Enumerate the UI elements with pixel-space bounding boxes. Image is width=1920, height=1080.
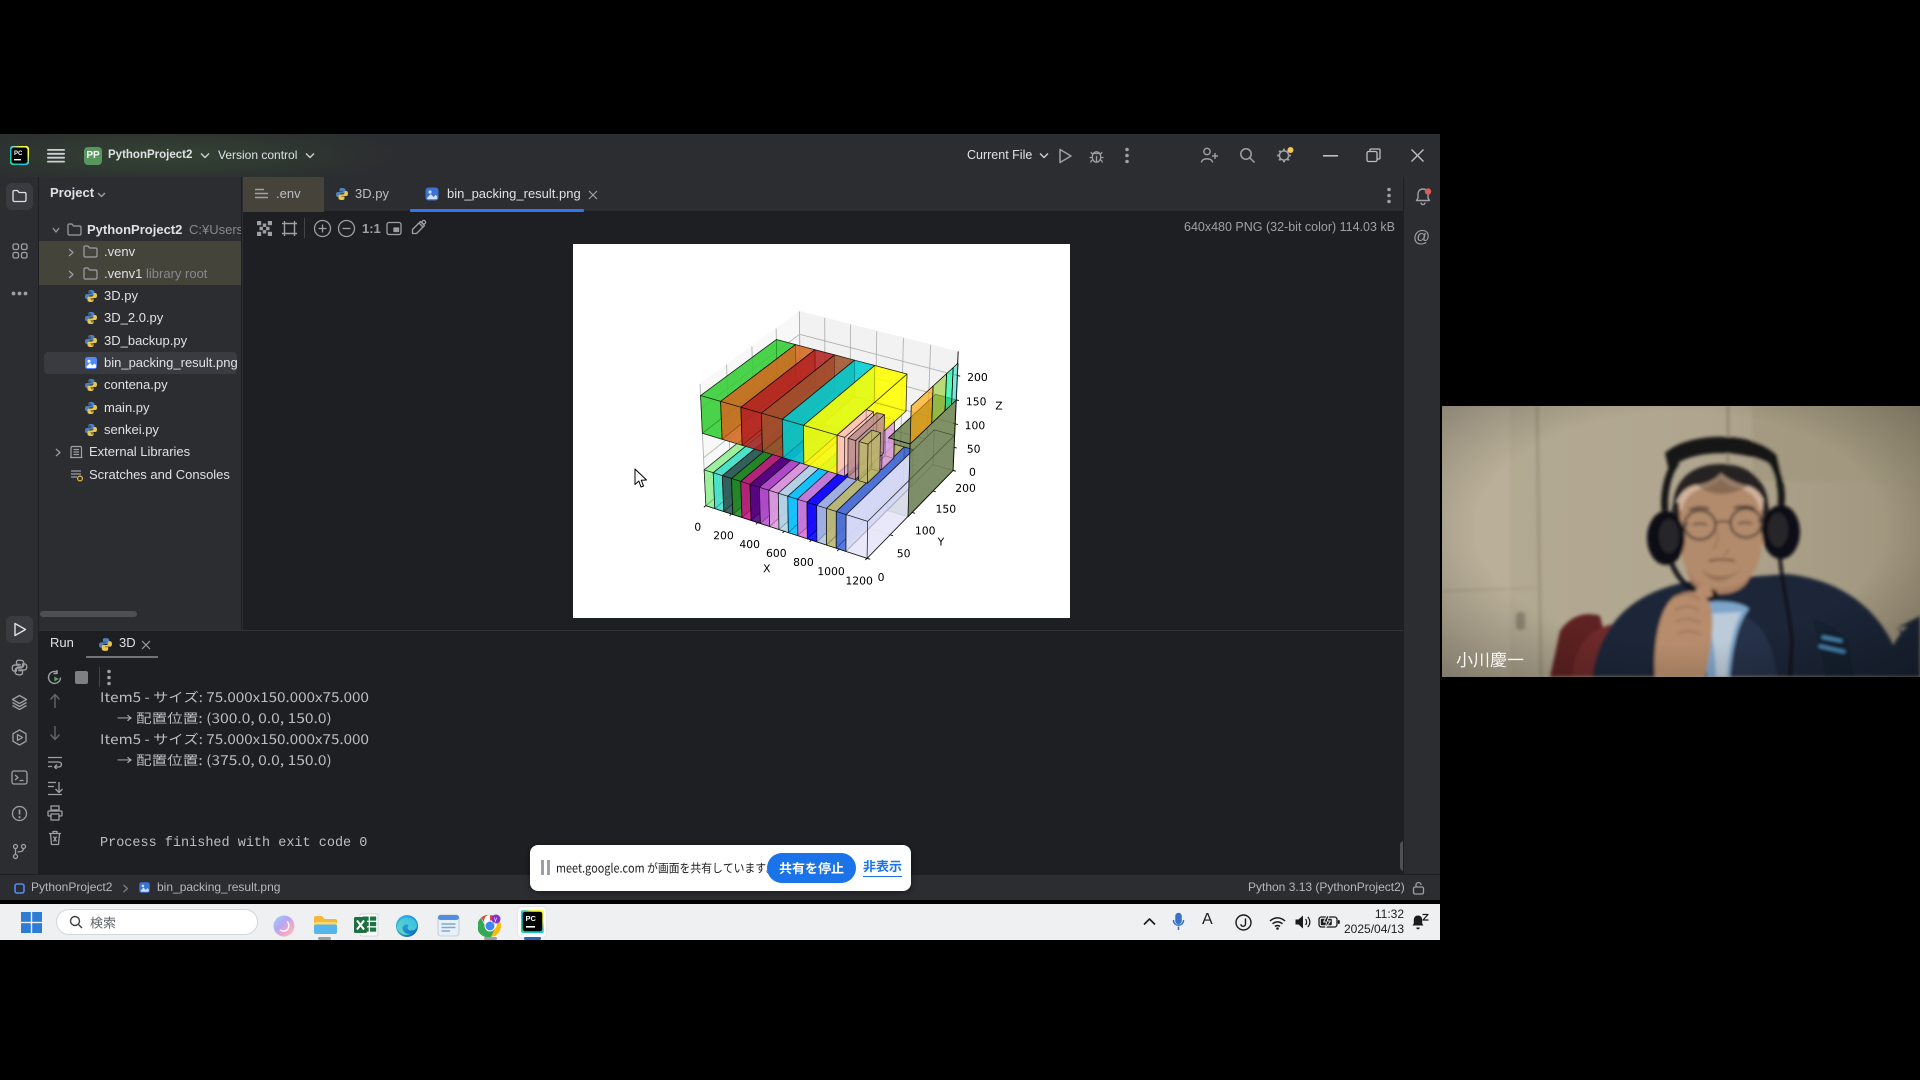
svg-text:y: y	[494, 917, 497, 923]
svg-text:PC: PC	[14, 151, 23, 157]
svg-text:PC: PC	[526, 914, 537, 923]
